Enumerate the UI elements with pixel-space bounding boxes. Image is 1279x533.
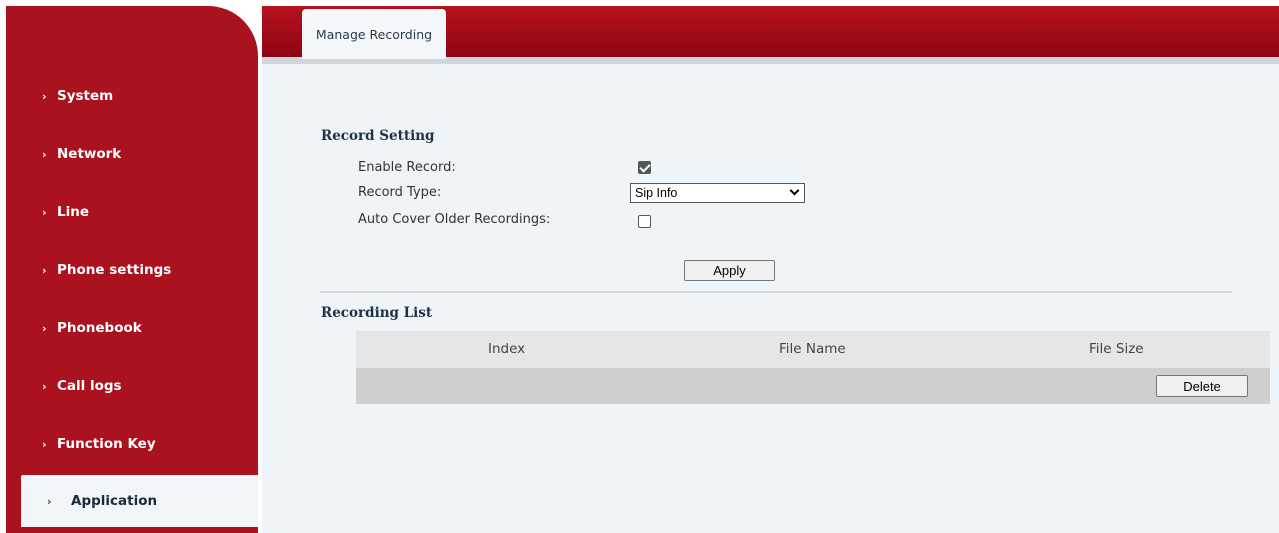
auto-cover-checkbox[interactable] bbox=[638, 215, 651, 228]
chevron-right-icon: › bbox=[42, 437, 47, 451]
record-setting-title: Record Setting bbox=[321, 128, 435, 144]
column-header-index: Index bbox=[488, 341, 526, 357]
chevron-right-icon: › bbox=[42, 89, 47, 103]
sidebar-item-application[interactable]: › Application bbox=[21, 475, 258, 527]
sidebar-item-network[interactable]: › Network bbox=[6, 129, 258, 179]
sidebar-item-function-key[interactable]: › Function Key bbox=[6, 419, 258, 469]
delete-button-label: Delete bbox=[1183, 378, 1221, 394]
sidebar-item-label: Phonebook bbox=[57, 320, 142, 336]
sidebar-item-label: Phone settings bbox=[57, 262, 172, 278]
sidebar-item-label: Function Key bbox=[57, 436, 156, 452]
chevron-right-icon: › bbox=[42, 379, 47, 393]
sidebar-item-system[interactable]: › System bbox=[6, 71, 258, 121]
tab-manage-recording[interactable]: Manage Recording bbox=[302, 9, 446, 59]
delete-button[interactable]: Delete bbox=[1156, 375, 1248, 397]
column-header-file-name: File Name bbox=[779, 341, 846, 357]
sidebar-item-label: Application bbox=[71, 493, 158, 509]
chevron-down-icon bbox=[789, 185, 800, 196]
apply-button[interactable]: Apply bbox=[684, 260, 775, 281]
sidebar-item-call-logs[interactable]: › Call logs bbox=[6, 361, 258, 411]
sidebar-item-label: Line bbox=[57, 204, 89, 220]
sidebar-item-phone-settings[interactable]: › Phone settings bbox=[6, 245, 258, 295]
sidebar-item-label: Network bbox=[57, 146, 122, 162]
tab-label: Manage Recording bbox=[315, 26, 433, 42]
record-type-label: Record Type: bbox=[358, 185, 442, 200]
record-type-select[interactable]: Sip Info bbox=[630, 183, 805, 203]
sidebar-item-phonebook[interactable]: › Phonebook bbox=[6, 303, 258, 353]
chevron-right-icon: › bbox=[47, 494, 52, 508]
chevron-right-icon: › bbox=[42, 147, 47, 161]
chevron-right-icon: › bbox=[42, 321, 47, 335]
sidebar-item-label: System bbox=[57, 88, 114, 104]
sidebar-item-label: Call logs bbox=[57, 378, 122, 394]
recording-table-footer bbox=[356, 368, 1270, 404]
record-type-value: Sip Info bbox=[635, 186, 678, 200]
apply-button-label: Apply bbox=[713, 263, 746, 278]
recording-list-title: Recording List bbox=[321, 305, 433, 321]
chevron-right-icon: › bbox=[42, 205, 47, 219]
auto-cover-label: Auto Cover Older Recordings: bbox=[358, 212, 551, 227]
section-divider bbox=[320, 291, 1232, 293]
enable-record-checkbox[interactable] bbox=[638, 161, 651, 174]
column-header-file-size: File Size bbox=[1089, 341, 1144, 357]
enable-record-label: Enable Record: bbox=[358, 160, 456, 175]
sidebar-item-line[interactable]: › Line bbox=[6, 187, 258, 237]
chevron-right-icon: › bbox=[42, 263, 47, 277]
sidebar-nav: › System › Network › Line › Phone settin… bbox=[6, 6, 258, 533]
